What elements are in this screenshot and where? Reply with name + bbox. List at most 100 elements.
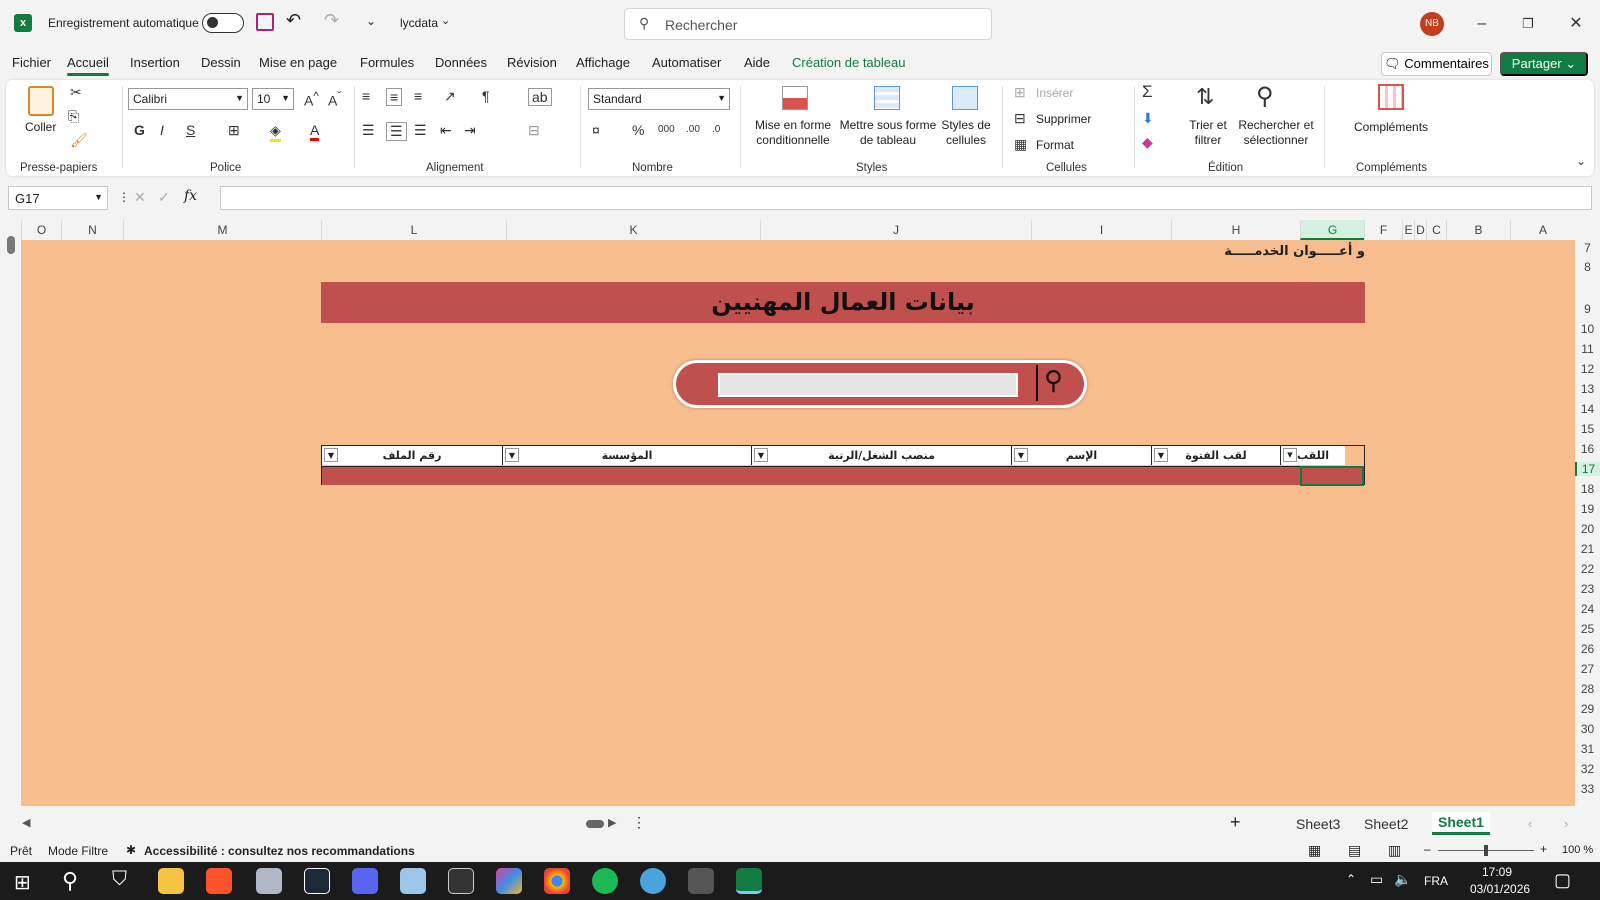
brave-icon[interactable] [206,868,232,894]
menu-donnees[interactable]: Données [435,55,487,70]
row-header[interactable]: 29 [1575,702,1600,716]
row-header[interactable]: 23 [1575,582,1600,596]
scroll-right-icon[interactable]: ▶ [608,816,616,829]
filter-dropdown-icon[interactable]: ▼ [1154,448,1168,462]
col-header-selected[interactable]: G [1300,220,1364,240]
comma-icon[interactable]: 000 [658,124,675,135]
conditional-format-icon[interactable] [782,86,808,110]
scroll-left-icon[interactable]: ◀ [22,816,30,829]
next-sheet-icon[interactable]: › [1564,816,1568,831]
copy-icon[interactable]: ⎘ [68,108,79,125]
row-header[interactable]: 12 [1575,362,1600,376]
row-header-selected[interactable]: 17 [1575,462,1600,476]
col-header[interactable]: L [321,220,506,240]
format-as-table-icon[interactable] [874,86,900,110]
bold-button[interactable]: G [134,122,145,138]
zoom-thumb[interactable] [1484,845,1488,856]
row-header[interactable]: 22 [1575,562,1600,576]
table-header[interactable]: ▼ لقب الفتوة [1152,446,1281,465]
indent-decrease-icon[interactable]: ⇤ [440,122,452,139]
chevron-down-icon[interactable]: ⌄ [441,14,450,27]
percent-icon[interactable]: % [632,122,644,138]
clock-time[interactable]: 17:09 [1482,865,1512,879]
menu-automatiser[interactable]: Automatiser [652,55,721,70]
rtl-icon[interactable]: ¶ [482,88,490,104]
accessibility-status[interactable]: Accessibilité : consultez nos recommanda… [144,844,415,858]
clear-icon[interactable]: ◆ [1142,134,1153,151]
collapse-ribbon-icon[interactable]: ⌄ [1576,154,1586,168]
menu-formules[interactable]: Formules [360,55,414,70]
menu-creation-tableau[interactable]: Création de tableau [792,55,905,70]
addins-label[interactable]: Compléments [1354,120,1428,134]
prev-sheet-icon[interactable]: ‹ [1528,816,1532,831]
shield-icon[interactable]: ⛉ [112,868,127,891]
col-header[interactable]: O [21,220,61,240]
row-header[interactable]: 25 [1575,622,1600,636]
row-header[interactable]: 13 [1575,382,1600,396]
excel-taskbar-icon[interactable] [736,868,762,894]
search-icon[interactable]: ⚲ [1044,365,1063,396]
col-header[interactable]: I [1031,220,1171,240]
vertical-scrollbar[interactable] [4,222,18,802]
row-header[interactable]: 28 [1575,682,1600,696]
fill-icon[interactable]: ⬇ [1142,110,1154,127]
filter-dropdown-icon[interactable]: ▼ [324,448,338,462]
delete-icon[interactable]: ⊟ [1014,110,1026,127]
col-header[interactable]: E [1402,220,1414,240]
col-header[interactable]: H [1171,220,1300,240]
row-header[interactable]: 16 [1575,442,1600,456]
font-color-button[interactable]: A [310,122,320,141]
find-icon[interactable]: ⚲ [1256,82,1274,111]
merge-icon[interactable]: ⊟ [528,122,540,139]
steam-icon[interactable] [304,868,330,894]
menu-accueil[interactable]: Accueil [67,55,109,76]
row-header[interactable]: 20 [1575,522,1600,536]
formula-input[interactable] [220,186,1592,210]
table-header[interactable]: ▼ اللقب [1281,446,1345,465]
font-size-select[interactable]: 10 ▼ [252,88,294,110]
row-header[interactable]: 26 [1575,642,1600,656]
volume-icon[interactable]: 🔈 [1394,871,1411,888]
zoom-in-icon[interactable]: + [1540,842,1547,856]
app-icon[interactable] [256,868,282,894]
autosave-toggle[interactable] [202,13,244,33]
paste-label[interactable]: Coller [25,120,56,134]
col-header[interactable]: N [61,220,123,240]
conditional-format-label[interactable]: Mise en forme conditionnelle [746,118,840,148]
filter-dropdown-icon[interactable]: ▼ [1014,448,1028,462]
search-box[interactable]: ⚲ Rechercher [624,8,992,40]
insert-function-button[interactable]: fx [184,188,197,204]
align-middle-icon[interactable]: ≡ [386,88,403,106]
table-header[interactable]: ▼ الإسم [1012,446,1152,465]
row-header[interactable]: 33 [1575,782,1600,796]
col-header[interactable]: C [1426,220,1446,240]
restore-icon[interactable]: ❐ [1518,14,1538,34]
redo-icon[interactable]: ↷ [324,10,339,31]
italic-button[interactable]: I [160,122,164,138]
grow-font-icon[interactable]: A^ [304,90,319,109]
zoom-level[interactable]: 100 % [1562,844,1593,856]
minimize-icon[interactable]: – [1472,14,1492,34]
row-header[interactable]: 24 [1575,602,1600,616]
cut-icon[interactable]: ✂ [70,84,82,101]
tabs-menu-icon[interactable]: ⋮ [632,814,646,831]
undo-icon[interactable]: ↶ [286,10,301,31]
indent-increase-icon[interactable]: ⇥ [464,122,476,139]
col-header[interactable]: K [506,220,760,240]
row-header[interactable]: 15 [1575,422,1600,436]
menu-fichier[interactable]: Fichier [12,55,51,70]
orientation-icon[interactable]: ↗ [444,88,456,105]
menu-dessin[interactable]: Dessin [201,55,241,70]
table-header[interactable]: ▼ منصب الشغل/الرتبة [752,446,1012,465]
underline-button[interactable]: S [186,122,195,138]
font-name-select[interactable]: Calibri ▼ [128,88,248,110]
more-icon[interactable]: ⋮ [118,190,130,204]
spotify-icon[interactable] [592,868,618,894]
find-select-label[interactable]: Rechercher et sélectionner [1236,118,1316,148]
menu-affichage[interactable]: Affichage [576,55,630,70]
notes-icon[interactable] [400,868,426,894]
h-scroll-thumb[interactable] [586,820,604,828]
filter-dropdown-icon[interactable]: ▼ [505,448,519,462]
format-as-table-label[interactable]: Mettre sous forme de tableau [838,118,938,148]
table-header[interactable]: ▼ رقم الملف [322,446,503,465]
